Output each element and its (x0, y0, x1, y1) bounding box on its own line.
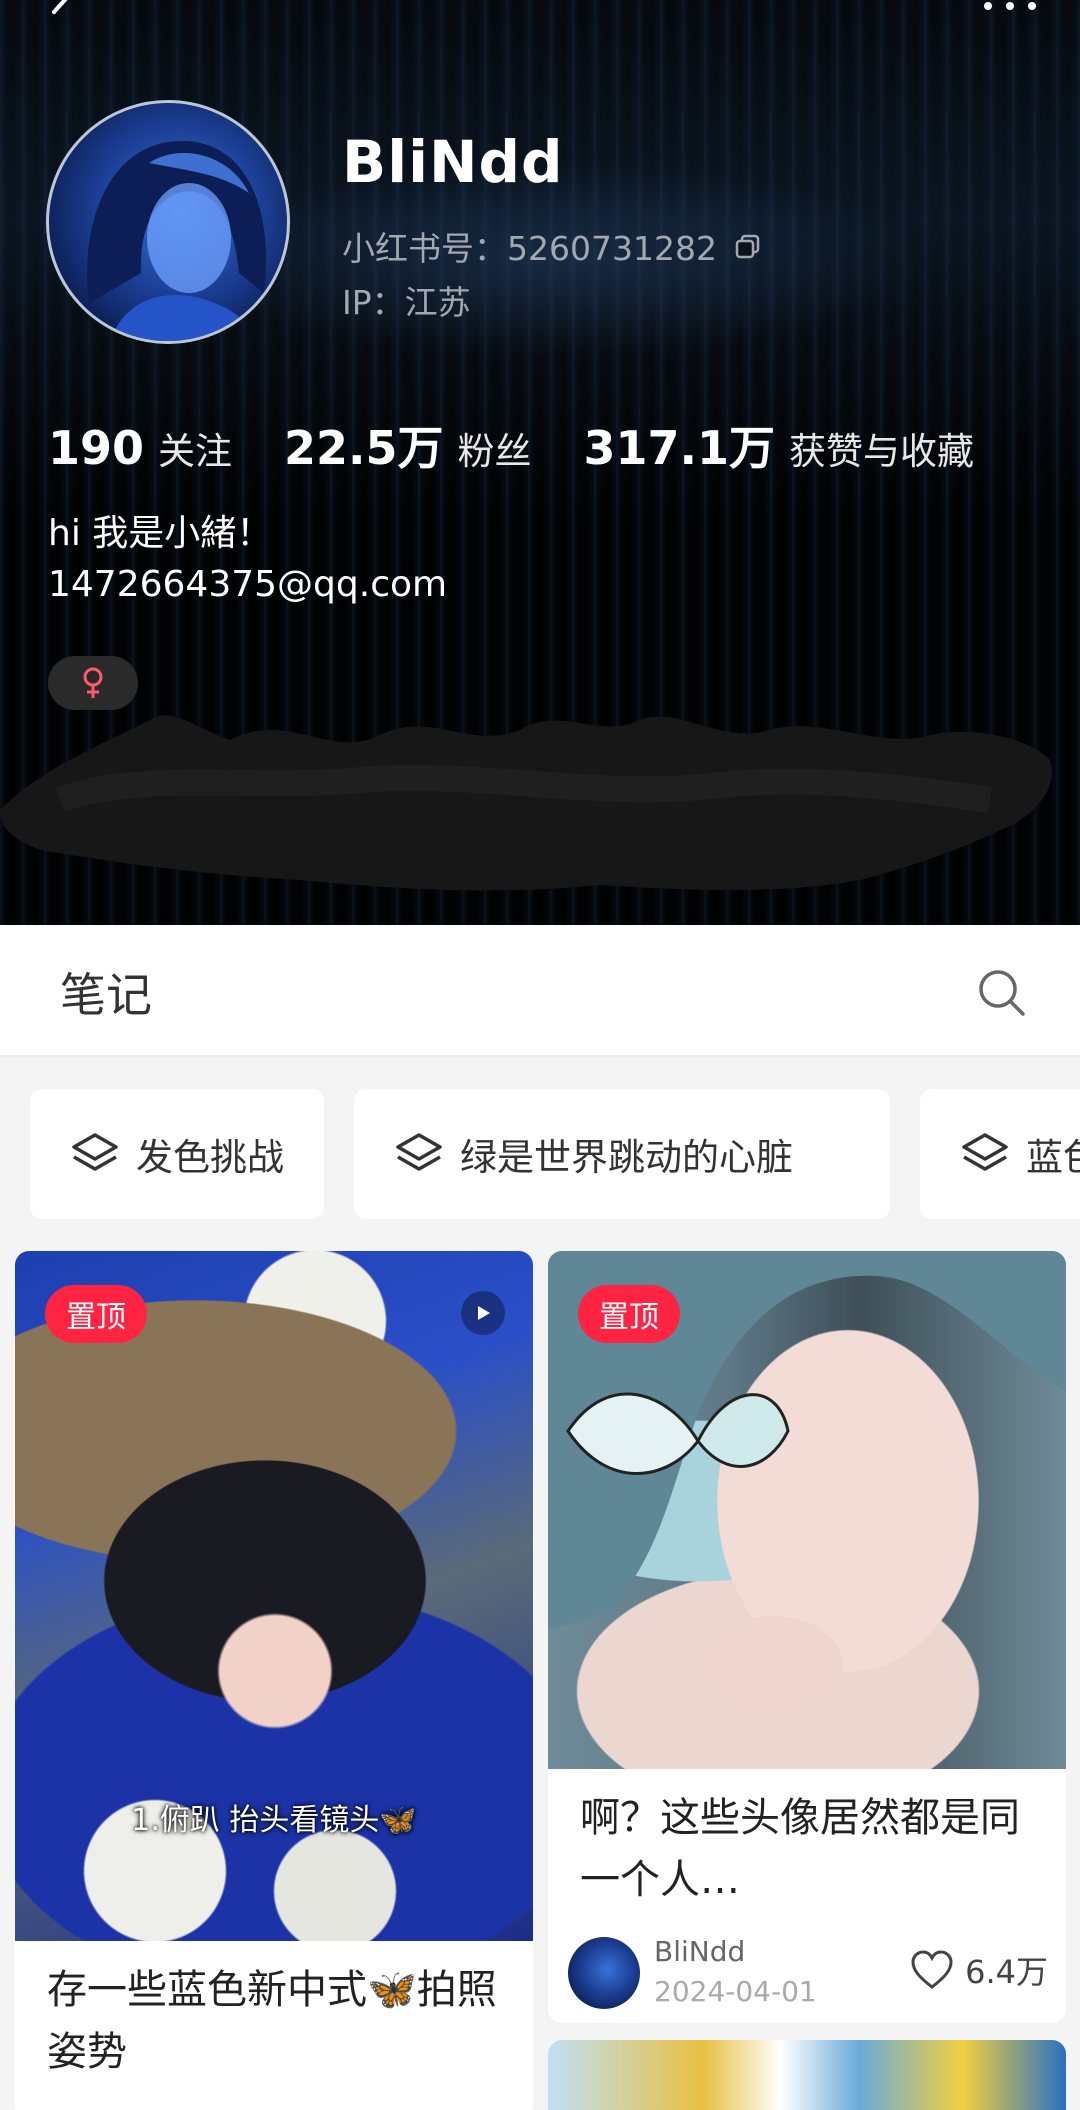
following-label: 关注 (158, 430, 233, 473)
note-title: 存一些蓝色新中式🦋拍照姿势 (47, 1967, 497, 2075)
author-name[interactable]: BliNdd (654, 1935, 745, 1968)
followers-label: 粉丝 (457, 430, 532, 473)
collections-row: 发色挑战 绿是世界跳动的心脏 蓝色 (0, 1057, 1080, 1239)
following-count: 190 (48, 421, 145, 475)
bio-email: 1472664375@qq.com (48, 564, 448, 605)
collection-label: 绿是世界跳动的心脏 (460, 1136, 793, 1179)
profile-avatar[interactable] (46, 100, 290, 344)
username: BliNdd (342, 128, 564, 196)
stats-row: 190 关注 22.5万 粉丝 317.1万 获赞与收藏 (48, 412, 1026, 478)
pinned-badge: 置顶 (45, 1285, 147, 1343)
stat-following[interactable]: 190 关注 (48, 421, 232, 475)
tab-notes[interactable]: 笔记 (60, 959, 152, 1025)
author-avatar[interactable] (568, 1937, 640, 2009)
copy-icon[interactable] (733, 231, 763, 261)
search-icon[interactable] (974, 965, 1030, 1021)
heart-icon (911, 1950, 953, 1989)
redacted-area (0, 715, 1052, 891)
author-row: BliNdd 2024-04-01 6.4万 (568, 1931, 1048, 2011)
pinned-badge: 置顶 (578, 1285, 680, 1343)
avatar-illustration (87, 140, 267, 341)
top-bar (0, 0, 1080, 40)
note-card[interactable] (548, 2040, 1066, 2110)
content-tab-bar: 笔记 (0, 925, 1080, 1057)
cover-caption: 1.俯趴 抬头看镜头🦋 (131, 1803, 417, 1838)
collection-label: 发色挑战 (136, 1136, 284, 1179)
post-date: 2024-04-01 (654, 1975, 817, 2008)
back-arrow-icon[interactable] (42, 0, 90, 36)
layers-icon (72, 1133, 118, 1171)
collection-label: 蓝色 (1026, 1136, 1080, 1179)
note-title: 啊？这些头像居然都是同一个人… (580, 1795, 1020, 1903)
like-count: 6.4万 (965, 1953, 1048, 1991)
collection-hair-color[interactable]: 发色挑战 (30, 1089, 324, 1219)
more-icon[interactable] (980, 0, 1040, 18)
note-card[interactable]: 置顶 1.俯趴 抬头看镜头🦋 存一些蓝色新中式🦋拍照姿势 (15, 1251, 533, 2110)
collection-green-heart[interactable]: 绿是世界跳动的心脏 (354, 1089, 890, 1219)
likes-collects-label: 获赞与收藏 (789, 430, 975, 473)
bio-line-1: hi 我是小緒！ (48, 513, 273, 554)
likes-collects-count: 317.1万 (583, 421, 776, 475)
xhs-id-row: 小红书号：5260731282 (342, 222, 763, 270)
note-cover-image (548, 2040, 1066, 2110)
layers-icon (962, 1133, 1008, 1171)
video-play-icon (461, 1291, 505, 1335)
profile-header: BliNdd 小红书号：5260731282 IP：江苏 190 关注 22.5… (0, 0, 1080, 925)
stat-likes-collects[interactable]: 317.1万 获赞与收藏 (584, 412, 975, 478)
collection-blue[interactable]: 蓝色 (920, 1089, 1080, 1219)
stat-followers[interactable]: 22.5万 粉丝 (284, 412, 532, 478)
like-button[interactable]: 6.4万 (909, 1947, 1048, 1993)
xhs-id: 小红书号：5260731282 (342, 229, 717, 268)
note-card[interactable]: 置顶 啊？这些头像居然都是同一个人… BliNdd 2024-04-01 6.4… (548, 1251, 1066, 2023)
ip-location: IP：江苏 (342, 283, 471, 322)
layers-icon (396, 1133, 442, 1171)
followers-count: 22.5万 (284, 421, 444, 475)
